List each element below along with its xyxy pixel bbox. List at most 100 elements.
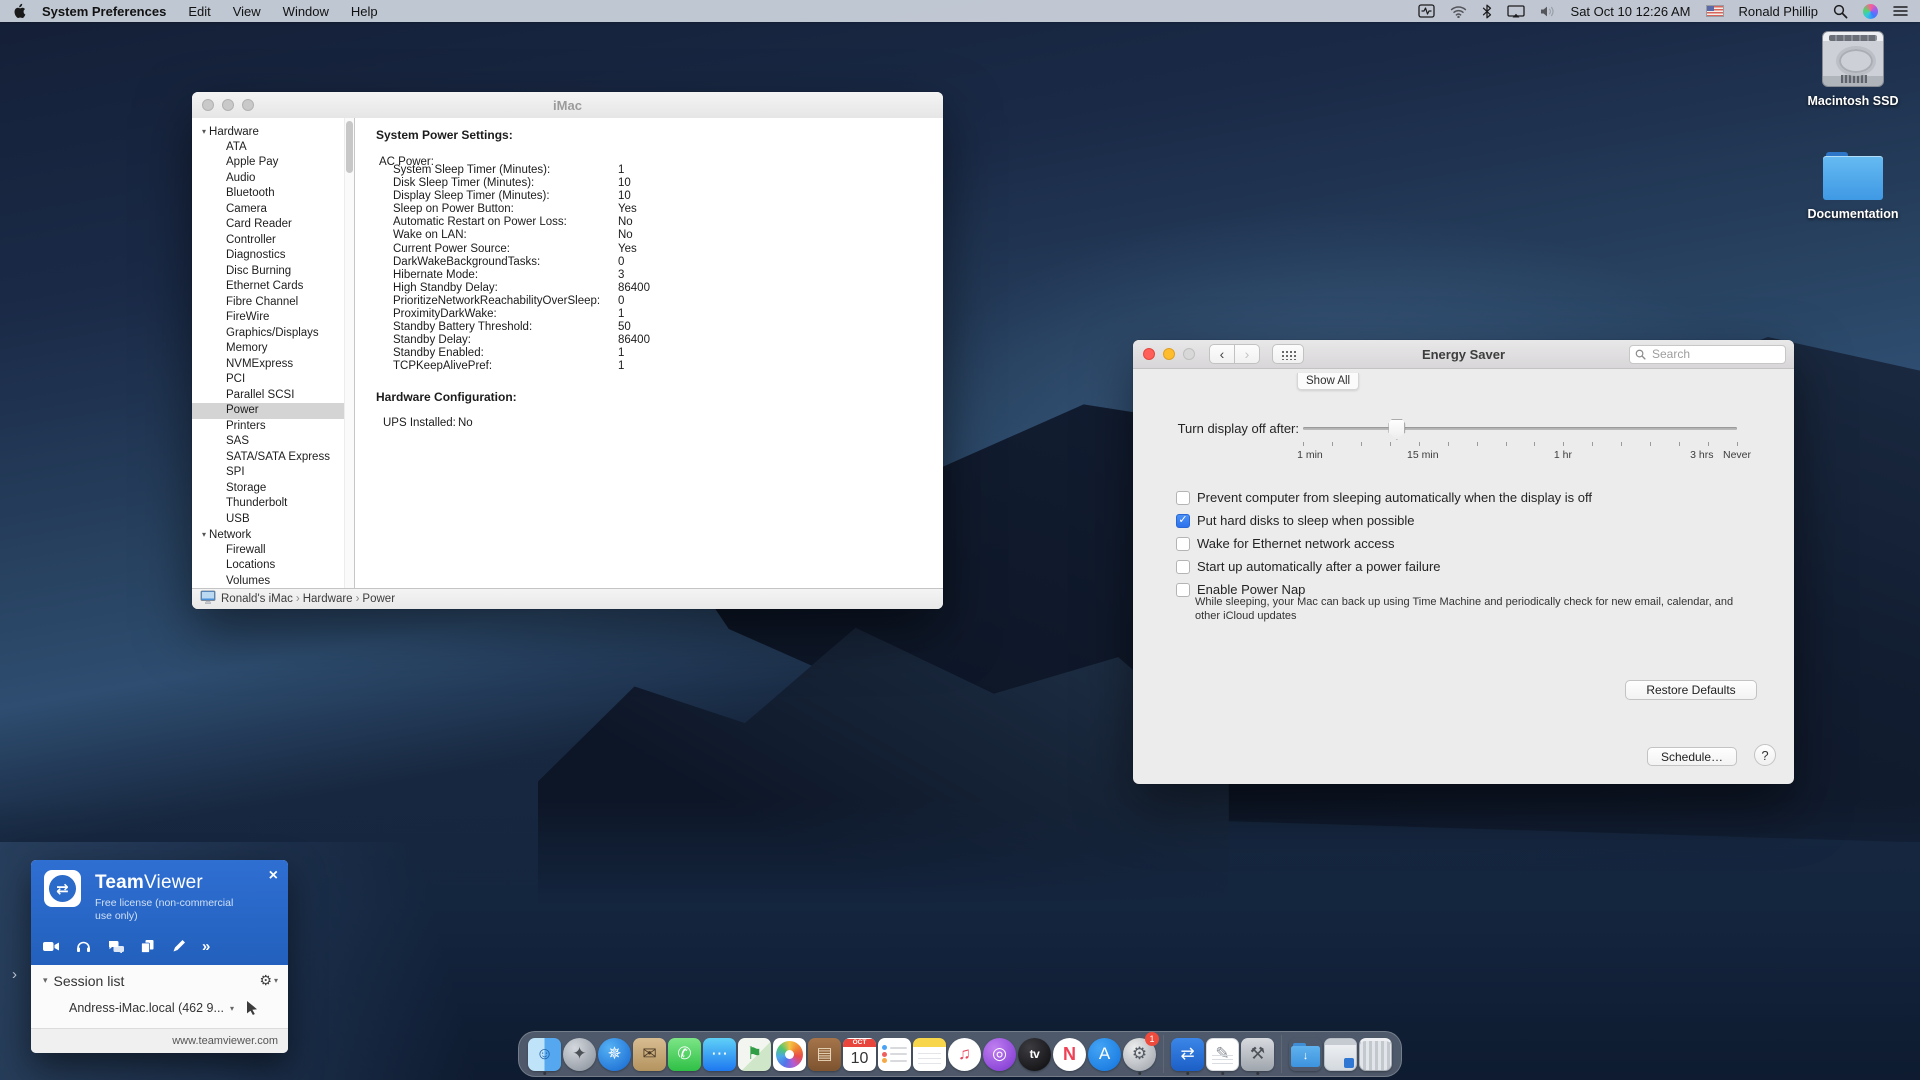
sidebar-item-firewire[interactable]: FireWire [192, 310, 354, 326]
dock-item-maps[interactable]: ⚑ [737, 1034, 772, 1074]
sidebar-item-fibre-channel[interactable]: Fibre Channel [192, 295, 354, 311]
checkbox-row-1[interactable]: ✓Put hard disks to sleep when possible [1176, 509, 1592, 532]
show-all-grid-button[interactable] [1272, 344, 1304, 364]
sidebar-item-storage[interactable]: Storage [192, 481, 354, 497]
checkbox-row-0[interactable]: Prevent computer from sleeping automatic… [1176, 486, 1592, 509]
sidebar-item-memory[interactable]: Memory [192, 341, 354, 357]
sidebar-item-camera[interactable]: Camera [192, 202, 354, 218]
video-call-icon[interactable] [43, 941, 59, 952]
dock-item-launchpad[interactable]: ✦ [562, 1034, 597, 1074]
sidebar-item-usb[interactable]: USB [192, 512, 354, 528]
sidebar-item-firewall[interactable]: Firewall [192, 543, 354, 559]
dock-item-music[interactable]: ♫ [947, 1034, 982, 1074]
more-icon[interactable]: » [202, 941, 210, 953]
teamviewer-url[interactable]: www.teamviewer.com [172, 1035, 278, 1047]
sidebar-scrollbar[interactable] [344, 118, 354, 589]
headset-icon[interactable] [76, 940, 91, 953]
dock-item-contacts[interactable]: ▤ [807, 1034, 842, 1074]
zoom-window-button[interactable] [242, 99, 254, 111]
slider-thumb[interactable] [1388, 419, 1405, 440]
sidebar-section-hardware[interactable]: ▾Hardware [192, 124, 354, 140]
dock-item-finder[interactable]: ☺ [527, 1034, 562, 1074]
search-input[interactable] [1650, 346, 1780, 362]
checkbox[interactable] [1176, 583, 1190, 597]
schedule-button[interactable]: Schedule… [1647, 747, 1737, 766]
sidebar-item-bluetooth[interactable]: Bluetooth [192, 186, 354, 202]
dock-item-tv[interactable]: tv [1017, 1034, 1052, 1074]
volume-icon[interactable] [1540, 5, 1556, 18]
dock-item-mail[interactable]: ✉ [632, 1034, 667, 1074]
sidebar-item-volumes[interactable]: Volumes [192, 574, 354, 590]
chevron-down-icon[interactable]: ▾ [230, 1004, 234, 1013]
sidebar-item-sata-sata-express[interactable]: SATA/SATA Express [192, 450, 354, 466]
dock-item-minimized-window[interactable] [1323, 1034, 1358, 1074]
show-all-label[interactable]: Show All [1297, 373, 1359, 390]
checkbox-row-2[interactable]: Wake for Ethernet network access [1176, 532, 1592, 555]
sidebar-section-network[interactable]: ▾Network [192, 527, 354, 543]
close-window-button[interactable] [202, 99, 214, 111]
siri-icon[interactable] [1863, 4, 1878, 19]
menu-edit[interactable]: Edit [188, 4, 210, 19]
slider-track[interactable] [1303, 427, 1737, 430]
copy-icon[interactable] [141, 940, 154, 953]
sidebar-item-power[interactable]: Power [192, 403, 354, 419]
breadcrumb-item[interactable]: Power [362, 593, 395, 605]
spotlight-icon[interactable] [1833, 4, 1848, 19]
minimize-window-button[interactable] [222, 99, 234, 111]
energy-title-bar[interactable]: ‹ › Energy Saver [1133, 340, 1794, 369]
close-window-button[interactable] [1143, 348, 1155, 360]
desktop-icon-documentation[interactable]: Documentation [1793, 152, 1913, 221]
bluetooth-icon[interactable] [1482, 4, 1492, 19]
menu-window[interactable]: Window [283, 4, 329, 19]
forward-button[interactable]: › [1234, 344, 1260, 364]
breadcrumb-item[interactable]: Hardware [303, 593, 353, 605]
dock-item-app-store[interactable]: A [1087, 1034, 1122, 1074]
zoom-window-button[interactable] [1183, 348, 1195, 360]
dock-item-notes[interactable] [912, 1034, 947, 1074]
chat-icon[interactable] [108, 941, 124, 953]
sidebar-item-disc-burning[interactable]: Disc Burning [192, 264, 354, 280]
menu-user-name[interactable]: Ronald Phillip [1739, 4, 1819, 19]
sidebar-item-printers[interactable]: Printers [192, 419, 354, 435]
dock-item-photos[interactable] [772, 1034, 807, 1074]
dock-item-podcasts[interactable]: ◎ [982, 1034, 1017, 1074]
sidebar-item-locations[interactable]: Locations [192, 558, 354, 574]
session-list-header[interactable]: ▾ Session list ⚙▾ [43, 972, 278, 989]
dock-item-news[interactable]: N [1052, 1034, 1087, 1074]
disclosure-triangle-icon[interactable]: ▾ [43, 975, 48, 986]
help-button[interactable]: ? [1754, 744, 1776, 766]
disclosure-triangle-icon[interactable]: ▾ [202, 127, 206, 136]
dock-item-textedit[interactable]: ✎ [1205, 1034, 1240, 1074]
breadcrumb-item[interactable]: Ronald's iMac [221, 593, 293, 605]
menu-help[interactable]: Help [351, 4, 378, 19]
dock-item-trash[interactable] [1358, 1034, 1393, 1074]
sidebar-item-audio[interactable]: Audio [192, 171, 354, 187]
sidebar-item-pci[interactable]: PCI [192, 372, 354, 388]
minimize-window-button[interactable] [1163, 348, 1175, 360]
display-mirroring-icon[interactable] [1507, 5, 1525, 18]
wifi-icon[interactable] [1450, 5, 1467, 18]
restore-defaults-button[interactable]: Restore Defaults [1625, 680, 1757, 700]
checkbox[interactable] [1176, 491, 1190, 505]
disclosure-triangle-icon[interactable]: ▾ [202, 530, 206, 539]
clean-icon[interactable] [171, 940, 185, 953]
keyboard-flag-icon[interactable] [1706, 5, 1724, 17]
sidebar-item-card-reader[interactable]: Card Reader [192, 217, 354, 233]
session-row[interactable]: Andress-iMac.local (462 9... ▾ [69, 1001, 280, 1015]
dock-item-system-preferences[interactable]: ⚙1 [1122, 1034, 1157, 1074]
menu-clock[interactable]: Sat Oct 10 12:26 AM [1571, 4, 1691, 19]
sidebar-item-apple-pay[interactable]: Apple Pay [192, 155, 354, 171]
sidebar-item-controller[interactable]: Controller [192, 233, 354, 249]
menu-app-name[interactable]: System Preferences [42, 4, 166, 19]
desktop-icon-macintosh-ssd[interactable]: Macintosh SSD [1793, 31, 1913, 108]
notification-center-icon[interactable] [1893, 5, 1908, 17]
teamviewer-menubar-icon[interactable] [1418, 4, 1435, 18]
sysinfo-title-bar[interactable]: iMac [192, 92, 943, 119]
menu-view[interactable]: View [233, 4, 261, 19]
checkbox-row-3[interactable]: Start up automatically after a power fai… [1176, 555, 1592, 578]
display-off-slider[interactable]: 1 min15 min1 hr3 hrsNever [1303, 416, 1737, 462]
sidebar-item-spi[interactable]: SPI [192, 465, 354, 481]
checkbox[interactable] [1176, 537, 1190, 551]
breadcrumb[interactable]: Ronald's iMac›Hardware›Power [221, 593, 395, 605]
apple-menu-icon[interactable] [12, 3, 26, 19]
